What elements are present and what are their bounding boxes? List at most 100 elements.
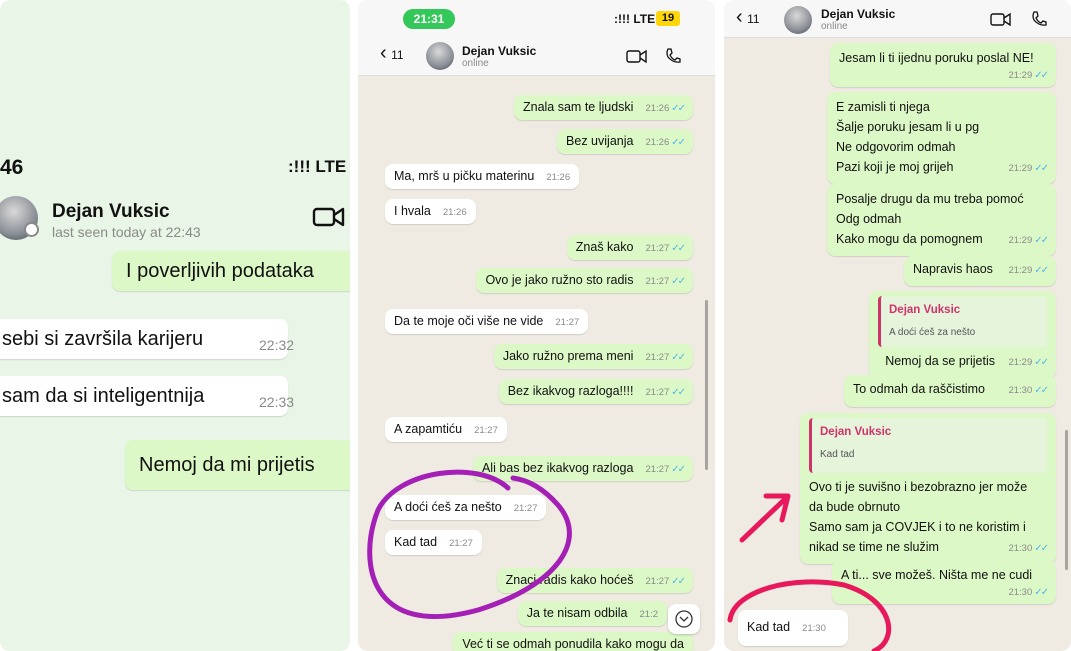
message-time: 21:30 (802, 623, 826, 634)
message-incoming[interactable]: sebi si završila karijeru 22:32 (0, 319, 294, 359)
back-button[interactable]: ‹ 11 (736, 6, 760, 29)
message-text: Bez uvijanja (566, 134, 634, 148)
message-incoming[interactable]: Kad tad 21:27 (385, 530, 482, 555)
message-text: Jako ružno prema meni (502, 349, 634, 363)
message-text: Ne odgovorim odmah (836, 140, 956, 154)
phone-icon[interactable] (1030, 10, 1048, 28)
message-incoming[interactable]: sam da si inteligentnija 22:33 (0, 376, 294, 416)
quoted-author: Dejan Vuksic (820, 426, 892, 438)
message-time: 21:27 (645, 276, 670, 287)
video-call-icon[interactable] (990, 12, 1012, 27)
message-incoming[interactable]: Da te moje oči više ne vide 21:27 (385, 309, 589, 334)
message-text: E zamisli ti njega (836, 100, 930, 114)
message-time: 21:27 (555, 317, 580, 328)
message-text: A doći ćeš za nešto (394, 500, 502, 514)
status-time: 46 (0, 156, 24, 179)
message-outgoing[interactable]: Posalje drugu da mu treba pomoć Odg odma… (827, 184, 1056, 256)
read-receipt-icon: ✓✓ (671, 387, 686, 398)
quoted-text: Kad tad (820, 449, 855, 460)
phone-icon[interactable] (664, 47, 682, 65)
message-outgoing[interactable]: Bez ikakvog razloga!!!! 21:27 ✓✓ (498, 379, 693, 404)
message-text: Šalje poruku jesam li u pg (836, 120, 980, 134)
message-outgoing[interactable]: Dejan Vuksic Kad tad Ovo ti je suvišno i … (800, 413, 1056, 564)
quoted-message[interactable]: Dejan Vuksic Kad tad (809, 418, 1047, 473)
message-outgoing[interactable]: A ti... sve možeš. Ništa me ne cudi 21:3… (832, 560, 1056, 604)
message-text: To odmah da raščistimo (853, 382, 986, 396)
message-outgoing[interactable]: Znaci radis kako hoćeš 21:27 ✓✓ (496, 568, 693, 593)
message-time: 21:27 (645, 464, 670, 475)
message-outgoing[interactable]: Znaš kako 21:27 ✓✓ (566, 235, 693, 260)
read-receipt-icon: ✓✓ (671, 276, 686, 287)
read-receipt-icon: ✓✓ (1034, 543, 1049, 554)
unread-count: 11 (391, 48, 404, 62)
message-outgoing[interactable]: Znala sam te ljudski 21:26 ✓✓ (513, 95, 693, 120)
avatar[interactable] (784, 6, 812, 34)
message-text: sam da si inteligentnija (2, 385, 205, 407)
scrollbar[interactable] (1065, 430, 1068, 570)
message-outgoing[interactable]: Bez uvijanja 21:26 ✓✓ (557, 129, 693, 154)
read-receipt-icon: ✓✓ (671, 576, 686, 587)
message-text: Ovo je jako ružno sto radis (485, 273, 634, 287)
message-outgoing[interactable]: To odmah da raščistimo 21:30 ✓✓ (844, 375, 1056, 407)
message-outgoing[interactable]: Ja te nisam odbila 21:2 (517, 601, 667, 626)
message-time: 21:27 (449, 538, 473, 549)
chat-panel-3: ‹ 11 Dejan Vuksic online Jesam li ti ije… (724, 0, 1071, 651)
message-text: Nemoj da mi prijetis (139, 454, 315, 476)
message-text: Ovo ti je suvišno i bezobrazno jer može (809, 480, 1028, 494)
message-text: Znaci radis kako hoćeš (505, 573, 634, 587)
message-outgoing[interactable]: Ovo je jako ružno sto radis 21:27 ✓✓ (476, 268, 693, 293)
chat-header (724, 0, 1071, 38)
message-time: 22:32 (259, 337, 295, 353)
message-outgoing[interactable]: Jako ružno prema meni 21:27 ✓✓ (493, 344, 693, 369)
message-time: 21:26 (442, 207, 467, 218)
message-outgoing[interactable]: I poverljivih podataka2 (112, 251, 350, 291)
message-text: Napravis haos (913, 262, 993, 276)
quoted-author: Dejan Vuksic (889, 304, 961, 316)
back-button[interactable]: ‹ 11 (380, 42, 404, 65)
message-text: Samo sam ja COVJEK i to ne koristim i (809, 520, 1026, 534)
contact-name[interactable]: Dejan Vuksic (821, 7, 895, 21)
message-text: I hvala (394, 204, 431, 218)
message-outgoing[interactable]: E zamisli ti njega Šalje poruku jesam li… (827, 92, 1056, 184)
network-label: LTE (633, 12, 656, 26)
read-receipt-icon: ✓✓ (1034, 70, 1049, 81)
quoted-message[interactable]: Dejan Vuksic A doći ćeš za nešto (878, 296, 1047, 347)
avatar[interactable] (426, 42, 454, 70)
message-incoming[interactable]: Ma, mrš u pičku materinu 21:26 (385, 164, 580, 189)
message-incoming[interactable]: Kad tad 21:30 (738, 610, 848, 646)
message-incoming[interactable]: A doći ćeš za nešto 21:27 (385, 495, 547, 520)
video-call-icon[interactable] (626, 49, 648, 64)
contact-name[interactable]: Dejan Vuksic (52, 201, 170, 223)
video-call-icon[interactable] (312, 206, 346, 228)
message-text: Znala sam te ljudski (522, 100, 634, 114)
battery-indicator: 19 (656, 11, 680, 26)
message-time: 21:29 (1008, 235, 1033, 246)
message-time: 21:30 (1008, 385, 1033, 396)
message-outgoing[interactable]: Već ti se odmah ponudila kako mogu da (453, 632, 693, 651)
message-outgoing[interactable]: Jesam li ti ijednu poruku poslal NE! 21:… (830, 43, 1056, 87)
message-text: Nemoj da se prijetis (885, 354, 995, 368)
message-time: 21:27 (513, 503, 538, 514)
message-time: 21:29 (1008, 163, 1033, 174)
message-incoming[interactable]: I hvala 21:26 (385, 199, 476, 224)
message-outgoing[interactable]: Dejan Vuksic A doći ćeš za nešto Nemoj da… (869, 291, 1056, 378)
scrollbar[interactable] (705, 300, 708, 470)
message-time: 21:30 (1008, 587, 1033, 598)
signal-indicator: :!!! LTE (288, 157, 347, 176)
message-text: Da te moje oči više ne vide (394, 314, 544, 328)
read-receipt-icon: ✓✓ (671, 137, 686, 148)
message-text: sebi si završila karijeru (2, 328, 204, 350)
scroll-to-bottom-button[interactable] (668, 604, 700, 634)
message-outgoing[interactable]: Napravis haos 21:29 ✓✓ (904, 256, 1056, 286)
message-outgoing[interactable]: Ali bas bez ikakvog razloga 21:27 ✓✓ (472, 456, 693, 481)
message-time: 21:30 (1008, 543, 1033, 554)
chat-panel-1: 46 :!!! LTE Dejan Vuksic last seen today… (0, 0, 350, 651)
message-text: Posalje drugu da mu treba pomoć (836, 192, 1024, 206)
chat-panel-2: 21:31 :!!! LTE 19 ‹ 11 Dejan Vuksic onli… (358, 0, 715, 651)
message-time: 21:29 (1008, 265, 1033, 276)
message-outgoing[interactable]: Nemoj da mi prijetis2 (125, 440, 350, 490)
message-incoming[interactable]: A zapamtiću 21:27 (385, 417, 507, 442)
message-time: 21:26 (645, 103, 670, 114)
message-text: A ti... sve možeš. Ništa me ne cudi (841, 568, 1033, 582)
contact-name[interactable]: Dejan Vuksic (462, 44, 536, 58)
